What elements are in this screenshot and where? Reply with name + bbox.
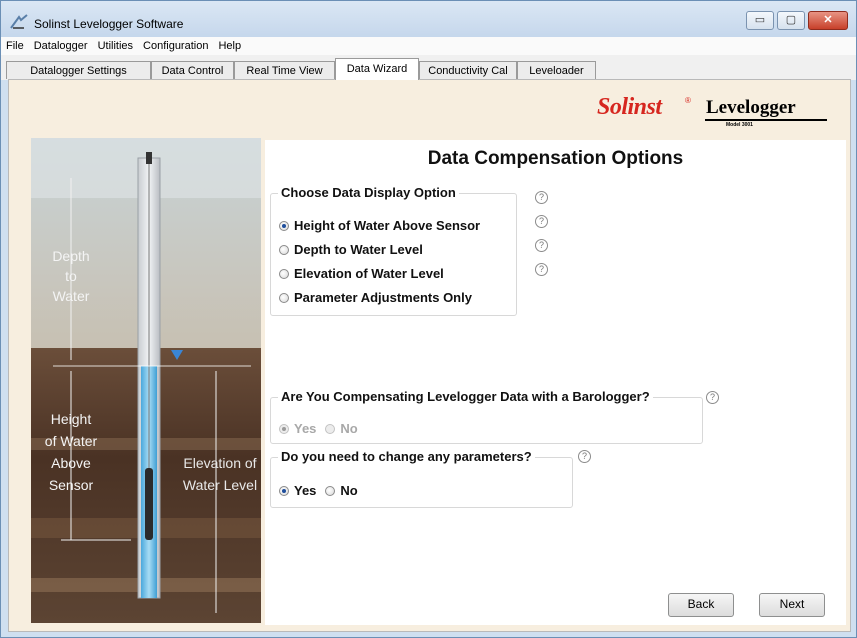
levelogger-model: Model 3001: [726, 122, 753, 128]
data-wizard-panel: Solinst ® Levelogger Model 3001 Depth to…: [8, 79, 851, 632]
help-parameters-icon[interactable]: ?: [578, 450, 591, 463]
menu-file[interactable]: File: [1, 40, 29, 52]
levelogger-underline: [705, 119, 827, 121]
help-height-icon[interactable]: ?: [535, 215, 548, 228]
tab-datalogger-settings[interactable]: Datalogger Settings: [6, 61, 151, 79]
help-depth-icon[interactable]: ?: [535, 239, 548, 252]
tab-real-time-view[interactable]: Real Time View: [234, 61, 335, 79]
tab-bar: Datalogger Settings Data Control Real Ti…: [1, 55, 856, 80]
title-bar: Solinst Levelogger Software ▭ ▢ ✕: [1, 1, 856, 37]
help-elevation-icon[interactable]: ?: [535, 263, 548, 276]
solinst-logo: Solinst: [597, 94, 662, 120]
depth-label: Depth to Water: [52, 248, 90, 304]
display-option-group: Choose Data Display Option Height of Wat…: [270, 185, 517, 316]
app-window: Solinst Levelogger Software ▭ ▢ ✕ File D…: [0, 0, 857, 638]
levelogger-sensor: [145, 468, 153, 540]
page-title: Data Compensation Options: [427, 148, 684, 169]
menu-utilities[interactable]: Utilities: [93, 40, 138, 52]
tab-data-control[interactable]: Data Control: [151, 61, 234, 79]
maximize-button[interactable]: ▢: [777, 11, 805, 30]
elevation-label: Elevation of Water Level: [182, 455, 258, 493]
next-button[interactable]: Next: [759, 593, 825, 617]
parameters-options[interactable]: Yes No: [279, 483, 358, 498]
tab-data-wizard[interactable]: Data Wizard: [335, 58, 419, 80]
radio-barologger-no: [325, 423, 336, 434]
parameters-legend: Do you need to change any parameters?: [278, 449, 535, 464]
radio-height-above-sensor[interactable]: [279, 220, 289, 231]
menu-help[interactable]: Help: [213, 40, 246, 52]
window-controls: ▭ ▢ ✕: [746, 11, 848, 30]
help-display-option-icon[interactable]: ?: [535, 191, 548, 204]
radio-depth-to-water[interactable]: [279, 244, 289, 255]
help-barologger-icon[interactable]: ?: [706, 391, 719, 404]
option-depth-to-water[interactable]: Depth to Water Level: [279, 242, 423, 257]
radio-elevation[interactable]: [279, 268, 289, 279]
radio-parameter-adjustments[interactable]: [279, 292, 289, 303]
back-button[interactable]: Back: [668, 593, 734, 617]
close-button[interactable]: ✕: [808, 11, 848, 30]
minimize-button[interactable]: ▭: [746, 11, 774, 30]
well-illustration: Depth to Water Height of Water Above Sen…: [31, 138, 261, 623]
options-panel: Data Compensation Options Choose Data Di…: [265, 140, 846, 625]
height-label: Height of Water Above Sensor: [44, 411, 98, 493]
radio-parameters-no[interactable]: [325, 485, 336, 496]
radio-barologger-yes: [279, 423, 289, 434]
barologger-yes-option: Yes No: [279, 421, 358, 436]
levelogger-logo: Levelogger: [706, 97, 796, 118]
option-parameter-adjustments[interactable]: Parameter Adjustments Only: [279, 290, 472, 305]
menu-datalogger[interactable]: Datalogger: [29, 40, 93, 52]
menu-bar: File Datalogger Utilities Configuration …: [1, 37, 856, 55]
option-height-above-sensor[interactable]: Height of Water Above Sensor: [279, 218, 480, 233]
radio-parameters-yes[interactable]: [279, 485, 289, 496]
display-option-legend: Choose Data Display Option: [278, 185, 459, 200]
solinst-reg-mark: ®: [685, 96, 691, 105]
barologger-group: Are You Compensating Levelogger Data wit…: [270, 389, 703, 444]
barologger-legend: Are You Compensating Levelogger Data wit…: [278, 389, 653, 404]
tab-leveloader[interactable]: Leveloader: [517, 61, 596, 79]
app-logo-icon: [10, 14, 28, 29]
window-title: Solinst Levelogger Software: [34, 17, 184, 31]
tab-conductivity-cal[interactable]: Conductivity Cal: [419, 61, 517, 79]
option-elevation[interactable]: Elevation of Water Level: [279, 266, 444, 281]
menu-configuration[interactable]: Configuration: [138, 40, 213, 52]
parameters-group: Do you need to change any parameters? Ye…: [270, 449, 573, 508]
well-diagram: [31, 138, 261, 623]
cap: [146, 152, 152, 164]
